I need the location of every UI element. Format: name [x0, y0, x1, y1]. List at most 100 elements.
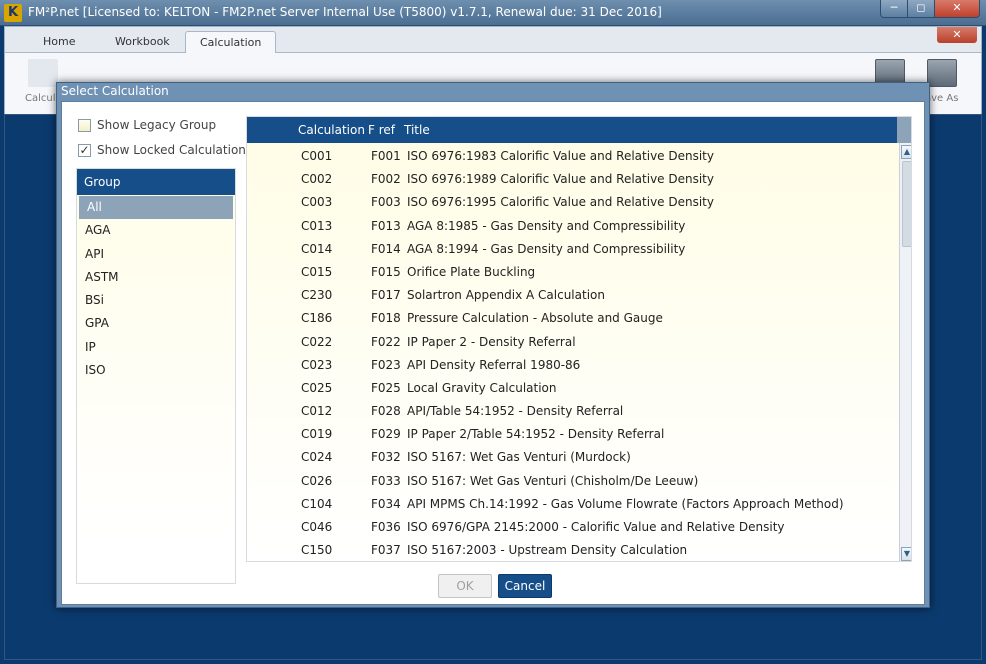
cell-fref: F028	[371, 404, 401, 419]
cell-fref: F022	[371, 334, 401, 349]
cell-calculation: C014	[301, 241, 333, 256]
cell-title: API MPMS Ch.14:1992 - Gas Volume Flowrat…	[407, 496, 844, 511]
tab-home[interactable]: Home	[29, 31, 89, 53]
cell-calculation: C002	[301, 172, 333, 187]
save-as-label: ave As	[925, 93, 959, 104]
table-row[interactable]: C150 F037 ISO 5167:2003 - Upstream Density…	[247, 539, 897, 561]
group-item-bsi[interactable]: BSi	[77, 289, 235, 312]
group-item-astm[interactable]: ASTM	[77, 266, 235, 289]
cell-calculation: C026	[301, 473, 333, 488]
table-row[interactable]: C023 F023 API Density Referral 1980-86	[247, 354, 897, 377]
maximize-button[interactable]: ◻	[907, 0, 935, 18]
cell-calculation: C013	[301, 218, 333, 233]
column-header-fref[interactable]: F ref	[368, 117, 395, 143]
show-locked-calculations-checkbox[interactable]: ✓	[78, 143, 91, 157]
cell-calculation: C022	[301, 334, 333, 349]
show-legacy-group-checkbox[interactable]	[78, 118, 91, 132]
table-row[interactable]: C024 F032 ISO 5167: Wet Gas Venturi (Murdo…	[247, 446, 897, 469]
cell-title: ISO 6976:1995 Calorific Value and Relati…	[407, 195, 714, 210]
select-calculation-dialog: Select Calculation Show Legacy Group ✓ S…	[56, 82, 930, 608]
dialog-body: Show Legacy Group ✓ Show Locked Calculat…	[61, 101, 925, 605]
cell-calculation: C150	[301, 543, 333, 558]
table-row[interactable]: C026 F033 ISO 5167: Wet Gas Venturi (Chish…	[247, 470, 897, 493]
save-as-icon	[926, 59, 957, 87]
show-locked-calculations-option[interactable]: ✓ Show Locked Calculations	[78, 141, 252, 159]
app-logo-icon: K	[4, 4, 22, 22]
tab-calculation[interactable]: Calculation	[185, 31, 277, 53]
table-row[interactable]: C022 F022 IP Paper 2 - Density Referral	[247, 331, 897, 354]
cell-title: AGA 8:1994 - Gas Density and Compressibi…	[407, 241, 686, 256]
column-header-title[interactable]: Title	[404, 117, 430, 143]
cell-calculation: C104	[301, 496, 333, 511]
cell-fref: F001	[371, 149, 401, 163]
cell-title: ISO 6976/GPA 2145:2000 - Calorific Value…	[407, 520, 785, 534]
table-row[interactable]: C104 F034 API MPMS Ch.14:1992 - Gas Volume…	[247, 493, 897, 516]
table-row[interactable]: C013 F013 AGA 8:1985 - Gas Density and Com…	[247, 215, 897, 238]
cell-calculation: C025	[301, 380, 333, 395]
minimize-button[interactable]: ─	[880, 0, 908, 18]
ribbon-tabs: Home Workbook Calculation ✕	[5, 27, 981, 53]
table-row[interactable]: C012 F028 API/Table 54:1952 - Density Refe…	[247, 400, 897, 423]
cell-fref: F025	[371, 380, 401, 395]
group-list: All AGA API ASTM BSi GPA IP ISO	[77, 195, 235, 382]
ok-button[interactable]: OK	[438, 574, 492, 598]
cell-calculation: C046	[301, 520, 333, 534]
cell-calculation: C001	[301, 149, 333, 163]
table-row[interactable]: C019 F029 IP Paper 2/Table 54:1952 - Densi…	[247, 423, 897, 446]
cell-fref: F018	[371, 311, 401, 326]
dialog-title: Select Calculation	[61, 84, 169, 98]
scroll-down-arrow-icon[interactable]: ▼	[901, 547, 911, 561]
cell-fref: F014	[371, 241, 401, 256]
table-row[interactable]: C025 F025 Local Gravity Calculation	[247, 377, 897, 400]
show-legacy-group-label: Show Legacy Group	[97, 118, 217, 132]
tab-workbook[interactable]: Workbook	[101, 31, 184, 53]
group-item-all[interactable]: All	[79, 196, 233, 220]
cell-calculation: C019	[301, 427, 333, 442]
table-row[interactable]: C015 F015 Orifice Plate Buckling	[247, 261, 897, 284]
cell-fref: F003	[371, 195, 401, 210]
cell-title: Local Gravity Calculation	[407, 380, 557, 395]
table-row[interactable]: C186 F018 Pressure Calculation - Absolute …	[247, 307, 897, 330]
cell-title: Solartron Appendix A Calculation	[407, 288, 605, 303]
table-row[interactable]: C014 F014 AGA 8:1994 - Gas Density and Com…	[247, 238, 897, 261]
close-window-button[interactable]: ✕	[934, 0, 980, 18]
column-header-calculation[interactable]: Calculation	[298, 117, 365, 143]
show-legacy-group-option[interactable]: Show Legacy Group	[78, 116, 216, 134]
cell-title: IP Paper 2 - Density Referral	[407, 334, 576, 349]
table-row[interactable]: C046 F036 ISO 6976/GPA 2145:2000 - Calorif…	[247, 516, 897, 539]
scrollbar-header-cap	[897, 117, 911, 143]
cell-title: ISO 6976:1989 Calorific Value and Relati…	[407, 172, 714, 187]
cell-title: ISO 5167:2003 - Upstream Density Calcula…	[407, 543, 688, 558]
save-as-button[interactable]: ave As	[925, 59, 958, 104]
table-row[interactable]: C003 F003 ISO 6976:1995 Calorific Value an…	[247, 191, 897, 214]
cancel-button[interactable]: Cancel	[498, 574, 552, 598]
group-header: Group	[77, 169, 235, 195]
cell-title: Pressure Calculation - Absolute and Gaug…	[407, 311, 663, 326]
group-item-aga[interactable]: AGA	[77, 219, 235, 242]
table-row[interactable]: C002 F002 ISO 6976:1989 Calorific Value an…	[247, 168, 897, 191]
cell-calculation: C024	[301, 450, 333, 465]
cell-fref: F037	[371, 543, 401, 558]
group-item-iso[interactable]: ISO	[77, 359, 235, 382]
cell-fref: F013	[371, 218, 401, 233]
cell-title: IP Paper 2/Table 54:1952 - Density Refer…	[407, 427, 665, 442]
show-locked-calculations-label: Show Locked Calculations	[97, 143, 253, 157]
scroll-up-arrow-icon[interactable]: ▲	[901, 145, 911, 159]
window-titlebar: K FM²P.net [Licensed to: KELTON - FM2P.n…	[0, 0, 986, 26]
cell-fref: F015	[371, 264, 401, 279]
table-row[interactable]: C001 F001 ISO 6976:1983 Calorific Value an…	[247, 145, 897, 168]
cell-fref: F036	[371, 520, 401, 534]
cell-fref: F023	[371, 357, 401, 372]
cell-fref: F029	[371, 427, 401, 442]
group-item-api[interactable]: API	[77, 243, 235, 266]
table-row[interactable]: C230 F017 Solartron Appendix A Calculation	[247, 284, 897, 307]
calculation-icon	[28, 59, 59, 87]
group-item-gpa[interactable]: GPA	[77, 312, 235, 335]
cell-calculation: C186	[301, 311, 333, 326]
cell-calculation: C230	[301, 288, 333, 303]
cell-title: ISO 5167: Wet Gas Venturi (Chisholm/De L…	[407, 473, 699, 488]
scrollbar-thumb[interactable]	[902, 161, 911, 247]
group-item-ip[interactable]: IP	[77, 336, 235, 359]
vertical-scrollbar[interactable]: ▲ ▼	[899, 143, 911, 561]
close-workbook-button[interactable]: ✕	[937, 27, 977, 43]
